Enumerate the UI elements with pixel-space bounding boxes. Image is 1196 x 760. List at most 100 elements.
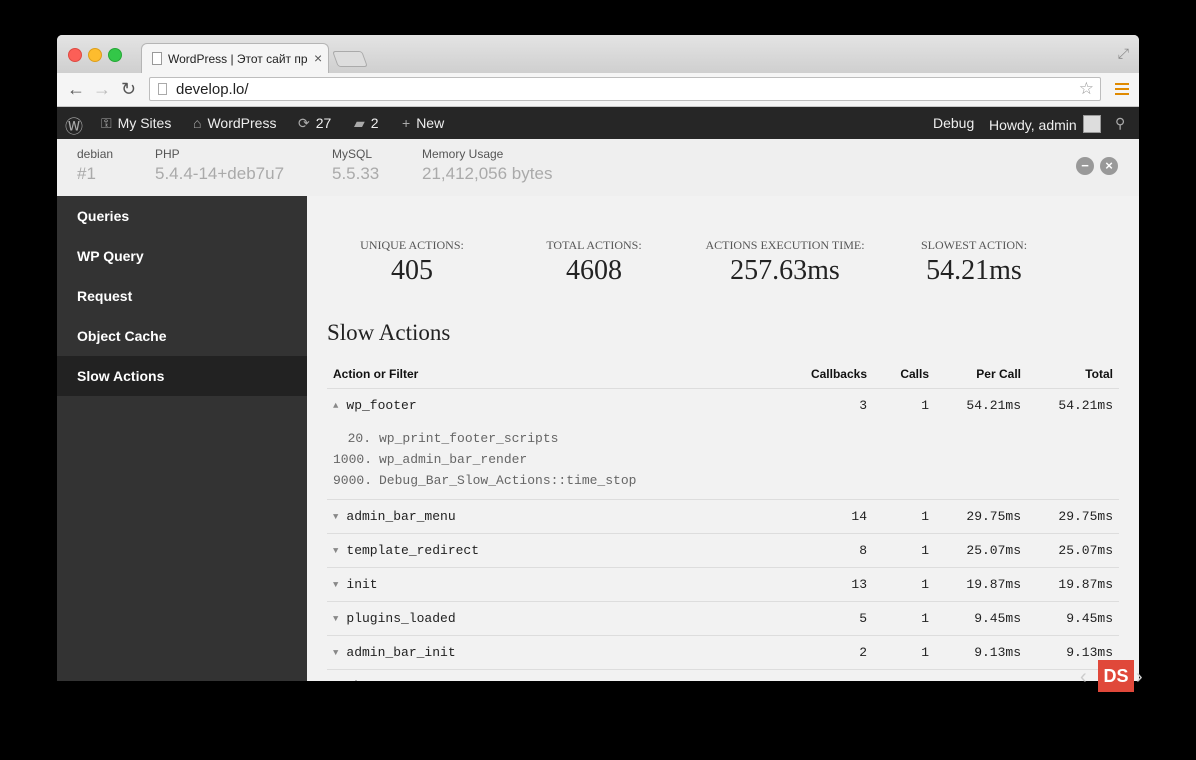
expand-triangle-icon[interactable]: ▼ — [333, 614, 338, 624]
stat-value: 405 — [391, 255, 433, 286]
callbacks-cell: 5 — [781, 601, 873, 636]
memory-value: 21,412,056 bytes — [422, 164, 553, 183]
action-name: template_redirect — [346, 543, 480, 558]
site-name-menu[interactable]: ⌂ WordPress — [193, 115, 276, 131]
callback-item: 20. wp_print_footer_scripts — [333, 428, 1113, 449]
table-row[interactable]: ▼ admin_bar_menu 14 1 29.75ms 29.75ms — [327, 499, 1119, 534]
per-call-cell: 54.21ms — [966, 398, 1021, 413]
url-text: develop.lo/ — [176, 81, 249, 98]
mysql-info: MySQL 5.5.33 — [332, 147, 379, 184]
section-title: Slow Actions — [327, 320, 451, 345]
host-value: #1 — [77, 164, 96, 183]
updates-menu[interactable]: ⟳ 27 — [298, 115, 331, 132]
sidebar-item-queries[interactable]: Queries — [57, 196, 307, 236]
per-call-cell: 29.75ms — [935, 499, 1027, 534]
col-header-total: Total — [1027, 360, 1119, 389]
my-sites-menu[interactable]: ⚿ My Sites — [101, 115, 171, 132]
php-label: PHP — [155, 147, 180, 161]
account-menu[interactable]: Howdy, admin — [989, 115, 1101, 133]
expand-triangle-icon[interactable]: ▼ — [333, 580, 338, 590]
php-info: PHP 5.4.4-14+deb7u7 — [155, 147, 284, 184]
comments-menu[interactable]: ▰ 2 — [354, 115, 379, 132]
close-window-button[interactable] — [68, 48, 82, 62]
back-icon[interactable]: ← — [67, 79, 85, 100]
total-cell: 19.87ms — [1027, 567, 1119, 602]
calls-cell: 1 — [873, 601, 935, 636]
sidebar-item-object-cache[interactable]: Object Cache — [57, 316, 307, 356]
comment-icon: ▰ — [354, 115, 365, 131]
calls-cell: 1 — [873, 635, 935, 670]
col-header-calls: Calls — [873, 360, 935, 389]
new-content-menu[interactable]: + New — [402, 115, 444, 131]
table-row[interactable]: ▼ plugins_loaded 5 1 9.45ms 9.45ms — [327, 601, 1119, 636]
col-header-per-call: Per Call — [935, 360, 1027, 389]
browser-window: WordPress | Этот сайт про × ⤢ ← → ↻ deve… — [57, 35, 1139, 681]
my-sites-label: My Sites — [117, 115, 172, 131]
sidebar-item-wp-query[interactable]: WP Query — [57, 236, 307, 276]
tab-close-icon[interactable]: × — [314, 50, 322, 66]
updates-icon: ⟳ — [298, 115, 310, 131]
callbacks-cell: 11 — [781, 669, 873, 681]
table-header-row: Action or Filter Callbacks Calls Per Cal… — [327, 360, 1119, 389]
new-tab-button[interactable] — [332, 51, 368, 67]
plus-icon: + — [402, 115, 411, 131]
per-call-cell: 9.45ms — [935, 601, 1027, 636]
expand-triangle-icon[interactable]: ▼ — [333, 546, 338, 556]
per-call-cell: 0.87ms — [935, 669, 1027, 681]
debug-bar-header: debian #1 PHP 5.4.4-14+deb7u7 MySQL 5.5.… — [57, 139, 1139, 197]
stat-label: ACTIONS EXECUTION TIME: — [705, 238, 865, 252]
stat-value: 54.21ms — [926, 255, 1022, 286]
address-bar[interactable]: develop.lo/ ☆ — [149, 77, 1101, 101]
page-icon — [158, 83, 167, 95]
action-name: admin_bar_menu — [346, 509, 456, 524]
browser-menu-icon[interactable] — [1115, 83, 1129, 98]
calls-cell: 1 — [921, 398, 929, 413]
callbacks-cell: 8 — [781, 533, 873, 568]
browser-tab[interactable]: WordPress | Этот сайт про × — [141, 43, 329, 73]
host-label: debian — [77, 147, 114, 161]
home-icon: ⌂ — [193, 115, 202, 131]
debug-menu[interactable]: Debug — [933, 115, 974, 131]
forward-icon[interactable]: → — [93, 79, 111, 100]
key-icon: ⚿ — [101, 115, 112, 131]
slow-actions-panel: UNIQUE ACTIONS: 405 TOTAL ACTIONS: 4608 … — [307, 196, 1139, 681]
callbacks-cell: 3 — [859, 398, 867, 413]
expand-triangle-icon[interactable]: ▼ — [333, 512, 338, 522]
stat-value: 257.63ms — [730, 255, 840, 286]
search-icon[interactable]: ⚲ — [1115, 115, 1125, 132]
callbacks-cell: 2 — [781, 635, 873, 670]
table-row[interactable]: ▲ wp_footer 3 1 54.21ms 54.21ms — [327, 389, 1119, 423]
zoom-window-button[interactable] — [108, 48, 122, 62]
table-row[interactable]: ▼ template_redirect 8 1 25.07ms 25.07ms — [327, 533, 1119, 568]
tab-strip: WordPress | Этот сайт про × ⤢ — [57, 35, 1139, 73]
memory-info: Memory Usage 21,412,056 bytes — [422, 147, 552, 184]
close-debug-icon[interactable]: × — [1100, 157, 1118, 175]
tab-title: WordPress | Этот сайт про — [168, 52, 308, 66]
table-row[interactable]: ▼ admin_bar_init 2 1 9.13ms 9.13ms — [327, 635, 1119, 670]
stat-label: UNIQUE ACTIONS: — [360, 238, 464, 252]
callbacks-cell: 13 — [781, 567, 873, 602]
callback-name: wp_print_footer_scripts — [379, 431, 559, 446]
callback-priority: 9000. — [333, 473, 373, 488]
table-row[interactable]: ▼ init 13 1 19.87ms 19.87ms — [327, 567, 1119, 602]
reload-icon[interactable]: ↻ — [121, 79, 136, 100]
new-label: New — [416, 115, 445, 131]
total-cell: 54.21ms — [1058, 398, 1113, 413]
callbacks-cell: 14 — [781, 499, 873, 534]
bookmark-star-icon[interactable]: ☆ — [1079, 79, 1094, 99]
table-row[interactable]: ▼the_content 11 10 0.87ms 8.7ms — [327, 669, 1119, 681]
expand-triangle-icon[interactable]: ▼ — [333, 648, 338, 658]
action-name-cell: ▲ wp_footer — [327, 389, 781, 423]
memory-label: Memory Usage — [422, 147, 504, 161]
collapse-triangle-icon[interactable]: ▲ — [333, 401, 338, 411]
execution-time-stat: ACTIONS EXECUTION TIME: 257.63ms — [695, 238, 875, 287]
wordpress-logo-icon[interactable]: Ⓦ — [65, 113, 83, 139]
sidebar-item-request[interactable]: Request — [57, 276, 307, 316]
minimize-window-button[interactable] — [88, 48, 102, 62]
debug-sidebar: Queries WP Query Request Object Cache Sl… — [57, 196, 307, 681]
per-call-cell: 9.13ms — [935, 635, 1027, 670]
minimize-debug-icon[interactable]: − — [1076, 157, 1094, 175]
fullscreen-icon[interactable]: ⤢ — [1118, 45, 1129, 62]
sidebar-item-slow-actions[interactable]: Slow Actions — [57, 356, 307, 396]
mysql-value: 5.5.33 — [332, 164, 380, 183]
